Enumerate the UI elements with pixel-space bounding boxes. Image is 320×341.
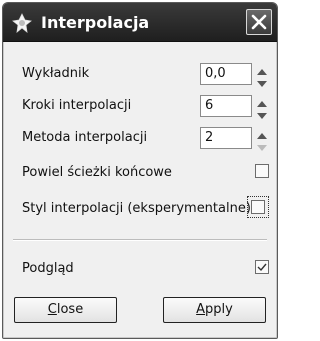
method-input[interactable]: 2 (200, 127, 252, 149)
exponent-input[interactable]: 0,0 (200, 63, 252, 85)
close-icon (251, 14, 267, 30)
repeat-end-label: Powiel ścieżki końcowe (22, 165, 172, 180)
row-method: Metoda interpolacji 2 (22, 127, 272, 151)
row-steps: Kroki interpolacji 6 (22, 95, 272, 119)
style-label: Styl interpolacji (eksperymentalne) (22, 201, 251, 216)
spin-down-icon[interactable] (255, 138, 269, 151)
exponent-label: Wykładnik (22, 66, 90, 81)
close-window-button[interactable] (246, 9, 272, 35)
spin-up-icon[interactable] (255, 127, 269, 139)
spin-up-icon[interactable] (255, 63, 269, 75)
gimp-fuzzy-icon (12, 13, 32, 33)
checkmark-icon (257, 263, 267, 272)
spin-down-icon[interactable] (255, 106, 269, 119)
spin-up-icon[interactable] (255, 95, 269, 107)
row-exponent: Wykładnik 0,0 (22, 63, 272, 87)
method-stepper[interactable] (255, 127, 269, 151)
close-mnemonic: C (47, 302, 57, 317)
apply-button[interactable]: Apply (163, 297, 266, 323)
spin-down-icon[interactable] (255, 74, 269, 87)
steps-stepper[interactable] (255, 95, 269, 119)
apply-button-text: pply (205, 302, 233, 317)
steps-label: Kroki interpolacji (22, 98, 132, 113)
dialog-title: Interpolacja (41, 13, 150, 32)
preview-checkbox[interactable] (255, 260, 269, 274)
title-bar: Interpolacja (3, 3, 277, 42)
method-label: Metoda interpolacji (22, 130, 148, 145)
row-style: Styl interpolacji (eksperymentalne) (22, 196, 272, 220)
repeat-end-checkbox[interactable] (255, 164, 269, 178)
close-button[interactable]: Close (14, 297, 117, 323)
interpolation-dialog: Interpolacja Wykładnik 0,0 Kroki interpo… (2, 2, 278, 339)
separator (13, 239, 267, 241)
row-preview: Podgląd (22, 258, 272, 280)
row-repeat-end: Powiel ścieżki końcowe (22, 162, 272, 184)
close-button-text: lose (56, 302, 84, 317)
preview-label: Podgląd (22, 261, 74, 276)
apply-mnemonic: A (196, 302, 206, 317)
steps-input[interactable]: 6 (200, 95, 252, 117)
exponent-stepper[interactable] (255, 63, 269, 87)
style-checkbox[interactable] (251, 200, 265, 214)
